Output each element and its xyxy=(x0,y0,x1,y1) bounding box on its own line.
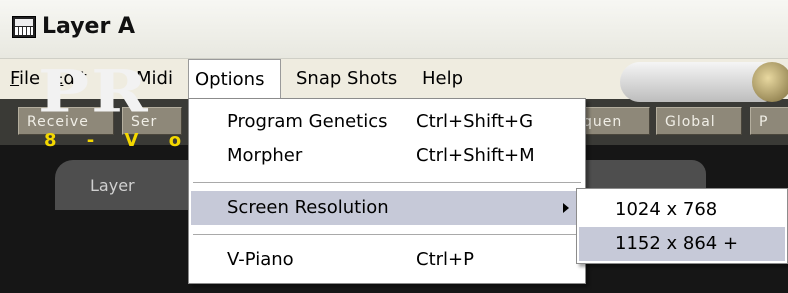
submenu-item-label: 1152 x 864 + xyxy=(615,233,739,254)
tab-p[interactable]: P xyxy=(750,107,788,135)
title-bar: Layer A xyxy=(0,0,788,59)
resolution-submenu: 1024 x 768 1152 x 864 + xyxy=(576,188,788,264)
menu-item-screen-resolution[interactable]: Screen Resolution xyxy=(191,191,583,225)
submenu-arrow-icon xyxy=(563,203,569,213)
menu-help[interactable]: Help xyxy=(416,59,469,99)
menu-item-program-genetics[interactable]: Program Genetics Ctrl+Shift+G xyxy=(191,105,583,139)
submenu-item-label: 1024 x 768 xyxy=(615,199,718,220)
menu-item-shortcut: Ctrl+Shift+G xyxy=(416,111,534,132)
layer-label: Layer xyxy=(90,176,135,195)
tab-global[interactable]: Global xyxy=(656,107,742,135)
menu-options[interactable]: Options xyxy=(188,59,281,99)
menu-item-label: Morpher xyxy=(227,145,303,166)
menu-item-v-piano[interactable]: V-Piano Ctrl+P xyxy=(191,243,583,277)
logo-right-graphic xyxy=(620,62,770,102)
menu-item-label: V-Piano xyxy=(227,249,294,270)
menu-item-label: Program Genetics xyxy=(227,111,388,132)
menu-item-shortcut: Ctrl+P xyxy=(416,249,474,270)
options-dropdown: Program Genetics Ctrl+Shift+G Morpher Ct… xyxy=(188,98,586,284)
menu-separator xyxy=(193,182,581,184)
menu-file-rest: ile xyxy=(19,68,41,89)
menu-item-morpher[interactable]: Morpher Ctrl+Shift+M xyxy=(191,139,583,173)
window-title: Layer A xyxy=(42,14,135,39)
menu-snap-shots[interactable]: Snap Shots xyxy=(290,59,403,99)
menu-separator xyxy=(193,234,581,236)
submenu-item-1024x768[interactable]: 1024 x 768 xyxy=(579,193,785,227)
logo-ball-graphic xyxy=(752,62,788,102)
keyboard-icon xyxy=(12,16,36,38)
menu-file-mnemonic: F xyxy=(10,68,20,89)
menu-item-label: Screen Resolution xyxy=(227,197,389,218)
app-logo: PR xyxy=(38,58,150,126)
submenu-item-1152x864[interactable]: 1152 x 864 + xyxy=(579,227,785,261)
menu-item-shortcut: Ctrl+Shift+M xyxy=(416,145,535,166)
